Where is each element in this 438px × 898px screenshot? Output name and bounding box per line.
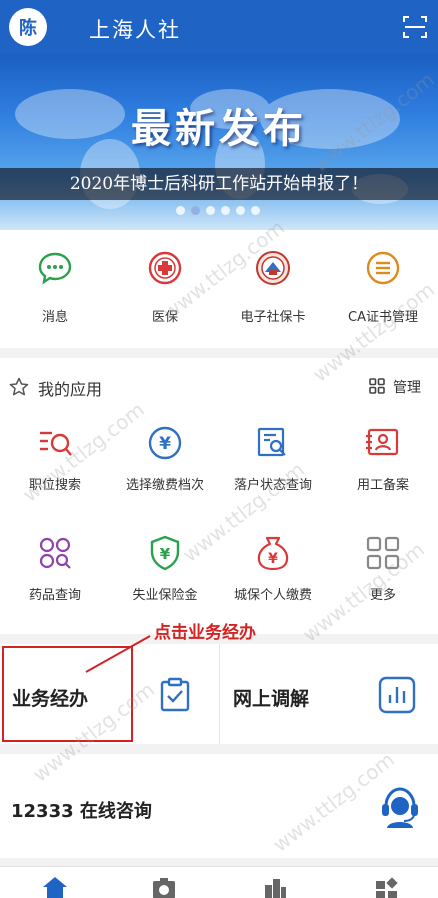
svg-text:¥: ¥: [268, 551, 278, 567]
star-icon: [9, 377, 29, 396]
my-apps-title: 我的应用: [38, 380, 103, 399]
app-label: 城保个人缴费: [233, 588, 312, 603]
highlight-box: [2, 646, 133, 742]
unemployment-insurance-icon: ¥: [150, 535, 180, 571]
customer-service-icon: [382, 787, 418, 828]
app-label: 职位搜索: [28, 478, 81, 493]
app-screen: 陈 上海人社 最新发布 2020年博士后科研工作站开始申报了！ 消息 医保 电子…: [0, 0, 438, 898]
quick-item-messages[interactable]: 消息: [0, 250, 110, 325]
message-icon: [38, 252, 72, 285]
payment-level-icon: ¥: [148, 426, 182, 460]
carousel-dot[interactable]: [206, 206, 215, 215]
app-label: 失业保险金: [132, 588, 198, 603]
manage-grid-icon[interactable]: [369, 378, 385, 394]
app-payment-level[interactable]: ¥ 选择缴费档次: [110, 424, 220, 493]
carousel-dot[interactable]: [221, 206, 230, 215]
quick-item-medical[interactable]: 医保: [110, 250, 220, 325]
online-mediation-card[interactable]: 网上调解: [220, 644, 438, 744]
drug-query-icon: [39, 537, 71, 569]
quick-item-label: CA证书管理: [348, 310, 418, 325]
app-job-search[interactable]: 职位搜索: [0, 424, 110, 493]
app-title: 上海人社: [89, 18, 181, 42]
settlement-query-icon: [257, 427, 286, 457]
svg-text:¥: ¥: [160, 545, 171, 563]
quick-item-ecard[interactable]: 电子社保卡: [218, 250, 328, 325]
building-icon[interactable]: [262, 875, 288, 898]
bottom-tab-bar: [0, 866, 438, 898]
top-bar: 陈 上海人社: [0, 0, 438, 54]
hotline-label: 12333 在线咨询: [11, 801, 152, 822]
clipboard-check-icon: [160, 677, 190, 712]
quick-item-label: 医保: [151, 310, 178, 325]
hotline-panel[interactable]: 12333 在线咨询: [0, 754, 438, 858]
my-apps-header: 我的应用 管理: [0, 358, 438, 414]
social-security-card-icon: [256, 251, 290, 285]
app-personal-payment[interactable]: ¥ 城保个人缴费: [218, 534, 328, 603]
app-label: 更多: [369, 588, 396, 603]
scan-icon[interactable]: [402, 14, 428, 40]
my-apps-panel: 我的应用 管理 职位搜索 ¥ 选择缴费档次 落户状态查询 用工备案 药品查询 ¥…: [0, 358, 438, 634]
app-label: 落户状态查询: [233, 478, 312, 493]
user-avatar[interactable]: 陈: [9, 8, 47, 46]
ca-certificate-icon: [366, 251, 400, 285]
svg-text:¥: ¥: [159, 434, 171, 454]
quick-item-label: 消息: [41, 310, 68, 325]
app-unemployment-insurance[interactable]: ¥ 失业保险金: [110, 534, 220, 603]
carousel-dot[interactable]: [176, 206, 185, 215]
app-employment-record[interactable]: 用工备案: [328, 424, 438, 493]
quick-item-label: 电子社保卡: [240, 310, 306, 325]
job-search-icon: [40, 431, 72, 456]
personal-payment-icon: ¥: [257, 536, 289, 571]
app-label: 药品查询: [28, 588, 81, 603]
carousel-indicator: [176, 206, 260, 215]
quick-actions: 消息 医保 电子社保卡 CA证书管理: [0, 230, 438, 348]
banner-caption: 2020年博士后科研工作站开始申报了！: [0, 168, 438, 200]
medical-insurance-icon: [148, 251, 182, 285]
app-more[interactable]: 更多: [328, 534, 438, 603]
quick-item-ca[interactable]: CA证书管理: [328, 250, 438, 325]
manage-button[interactable]: 管理: [393, 377, 421, 397]
employment-record-icon: [366, 428, 399, 456]
news-banner[interactable]: 最新发布 2020年博士后科研工作站开始申报了！: [0, 54, 438, 230]
grid-icon[interactable]: [374, 875, 400, 898]
carousel-dot[interactable]: [236, 206, 245, 215]
app-label: 用工备案: [356, 478, 409, 493]
camera-icon[interactable]: [151, 875, 177, 898]
more-icon: [366, 536, 400, 570]
app-drug-query[interactable]: 药品查询: [0, 534, 110, 603]
carousel-dot-active[interactable]: [191, 206, 200, 215]
callout-text: 点击业务经办: [154, 623, 256, 643]
bar-chart-icon: [378, 676, 416, 714]
online-mediation-label: 网上调解: [233, 688, 310, 710]
carousel-dot[interactable]: [251, 206, 260, 215]
home-icon[interactable]: [42, 875, 68, 898]
banner-headline: 最新发布: [131, 106, 307, 152]
app-settlement-query[interactable]: 落户状态查询: [218, 424, 328, 493]
app-label: 选择缴费档次: [125, 478, 204, 493]
